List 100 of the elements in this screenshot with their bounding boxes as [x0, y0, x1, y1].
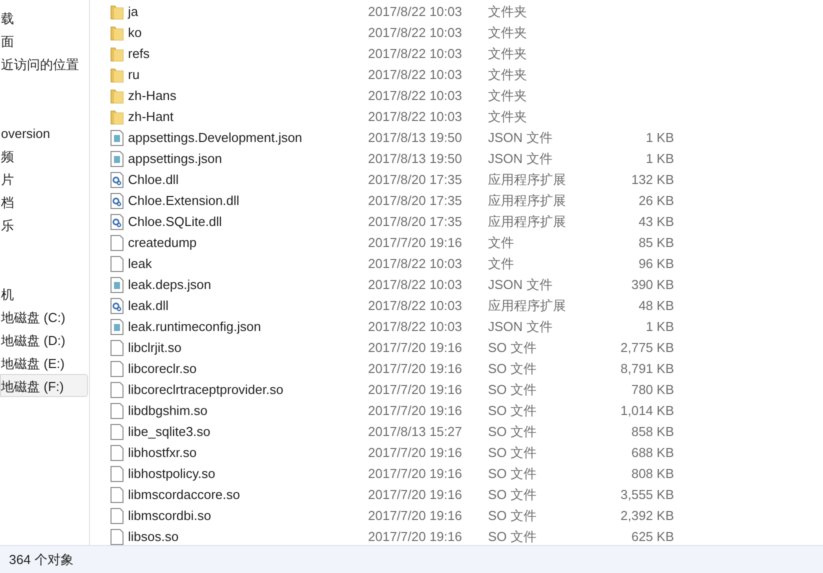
- date-modified: 2017/8/20 17:35: [368, 192, 463, 210]
- file-type: 文件夹: [488, 2, 528, 21]
- date-modified: 2017/8/22 10:03: [368, 254, 463, 273]
- file-name[interactable]: appsettings.Development.json: [128, 128, 368, 148]
- file-name[interactable]: libmscordaccore.so: [128, 484, 368, 504]
- file-name[interactable]: leak.dll: [128, 296, 368, 316]
- file-type: SO 文件: [488, 360, 538, 378]
- nav-item[interactable]: 面: [0, 29, 88, 52]
- blank-file-icon: [110, 382, 124, 398]
- gear-document-icon: [110, 192, 124, 208]
- file-name[interactable]: leak: [128, 254, 368, 274]
- date-modified: 2017/7/20 19:16: [368, 360, 463, 378]
- file-name[interactable]: refs: [128, 44, 368, 64]
- file-size: 132 KB: [630, 170, 674, 189]
- gear-document-icon: [110, 172, 124, 188]
- file-type: 文件夹: [488, 24, 528, 42]
- blank-file-icon: [110, 424, 124, 440]
- file-type: 文件夹: [488, 66, 528, 84]
- file-size: 2,392 KB: [620, 506, 674, 525]
- blank-file-icon: [110, 508, 124, 524]
- file-name[interactable]: libdbgshim.so: [128, 400, 368, 420]
- file-name[interactable]: appsettings.json: [128, 148, 368, 168]
- file-size: 858 KB: [630, 422, 674, 441]
- blank-file-icon: [110, 360, 124, 376]
- file-size: 390 KB: [630, 276, 674, 294]
- file-name[interactable]: libsos.so: [128, 526, 368, 546]
- nav-item[interactable]: 乐: [0, 213, 88, 236]
- nav-item[interactable]: 地磁盘 (E:): [0, 351, 88, 374]
- date-modified: 2017/7/20 19:16: [368, 506, 463, 525]
- file-size: 688 KB: [630, 444, 674, 462]
- file-type: 文件: [488, 234, 515, 252]
- file-name[interactable]: ja: [128, 2, 368, 22]
- file-type: SO 文件: [488, 506, 538, 525]
- folder-icon: [110, 24, 124, 40]
- file-size: 780 KB: [630, 380, 674, 399]
- file-name[interactable]: libhostfxr.so: [128, 442, 368, 462]
- nav-item[interactable]: 地磁盘 (F:): [0, 374, 88, 397]
- document-icon: [110, 318, 124, 334]
- nav-item[interactable]: 地磁盘 (D:): [0, 328, 88, 351]
- nav-item[interactable]: 机: [0, 282, 88, 305]
- file-name[interactable]: zh-Hant: [128, 106, 368, 126]
- date-modified: 2017/7/20 19:16: [368, 528, 463, 546]
- document-icon: [110, 130, 124, 146]
- nav-item[interactable]: oversion: [0, 121, 88, 144]
- date-modified: 2017/8/13 19:50: [368, 128, 463, 147]
- gear-document-icon: [110, 298, 124, 314]
- nav-item[interactable]: 地磁盘 (C:): [0, 305, 88, 328]
- date-modified: 2017/8/22 10:03: [368, 276, 463, 294]
- file-type: 文件夹: [488, 86, 528, 105]
- file-size: 3,555 KB: [620, 486, 674, 504]
- file-name[interactable]: libcoreclr.so: [128, 358, 368, 378]
- file-name[interactable]: libhostpolicy.so: [128, 464, 368, 484]
- file-name[interactable]: libe_sqlite3.so: [128, 422, 368, 442]
- file-type: 应用程序扩展: [488, 192, 567, 210]
- file-name[interactable]: libcoreclrtraceptprovider.so: [128, 380, 368, 400]
- file-name[interactable]: Chloe.Extension.dll: [128, 190, 368, 210]
- date-modified: 2017/7/20 19:16: [368, 338, 463, 357]
- file-size: 1 KB: [644, 318, 674, 336]
- file-type: SO 文件: [488, 402, 538, 420]
- blank-file-icon: [110, 528, 124, 544]
- nav-item[interactable]: 频: [0, 144, 88, 167]
- file-type: SO 文件: [488, 486, 538, 504]
- file-name[interactable]: ko: [128, 22, 368, 42]
- file-name[interactable]: ru: [128, 64, 368, 84]
- blank-file-icon: [110, 466, 124, 482]
- file-name[interactable]: leak.runtimeconfig.json: [128, 316, 368, 336]
- nav-item[interactable]: 近访问的位置: [0, 52, 88, 75]
- file-size: 1 KB: [644, 128, 674, 147]
- document-icon: [110, 150, 124, 166]
- date-modified: 2017/8/22 10:03: [368, 296, 463, 315]
- file-size: 26 KB: [638, 192, 674, 210]
- file-type: SO 文件: [488, 464, 538, 483]
- blank-file-icon: [110, 444, 124, 460]
- nav-item[interactable]: 片: [0, 167, 88, 190]
- file-type: 应用程序扩展: [488, 170, 567, 189]
- file-name[interactable]: Chloe.SQLite.dll: [128, 212, 368, 232]
- file-name[interactable]: libclrjit.so: [128, 338, 368, 358]
- file-size: 8,791 KB: [620, 360, 674, 378]
- file-type: JSON 文件: [488, 150, 554, 168]
- folder-icon: [110, 46, 124, 62]
- file-name[interactable]: Chloe.dll: [128, 170, 368, 190]
- file-size: 43 KB: [638, 212, 674, 231]
- nav-item[interactable]: 载: [0, 6, 88, 29]
- file-type: JSON 文件: [488, 318, 554, 336]
- file-type: SO 文件: [488, 422, 538, 441]
- date-modified: 2017/8/22 10:03: [368, 318, 463, 336]
- file-name[interactable]: createdump: [128, 232, 368, 252]
- file-name[interactable]: zh-Hans: [128, 86, 368, 106]
- folder-icon: [110, 4, 124, 20]
- file-type: 文件: [488, 254, 515, 273]
- gear-document-icon: [110, 214, 124, 230]
- file-name[interactable]: leak.deps.json: [128, 274, 368, 294]
- file-size: 808 KB: [630, 464, 674, 483]
- blank-file-icon: [110, 340, 124, 356]
- file-name[interactable]: libmscordbi.so: [128, 506, 368, 526]
- nav-item[interactable]: 档: [0, 190, 88, 213]
- date-modified: 2017/8/13 15:27: [368, 422, 463, 441]
- folder-icon: [110, 66, 124, 82]
- blank-file-icon: [110, 234, 124, 250]
- file-size: 85 KB: [638, 234, 674, 252]
